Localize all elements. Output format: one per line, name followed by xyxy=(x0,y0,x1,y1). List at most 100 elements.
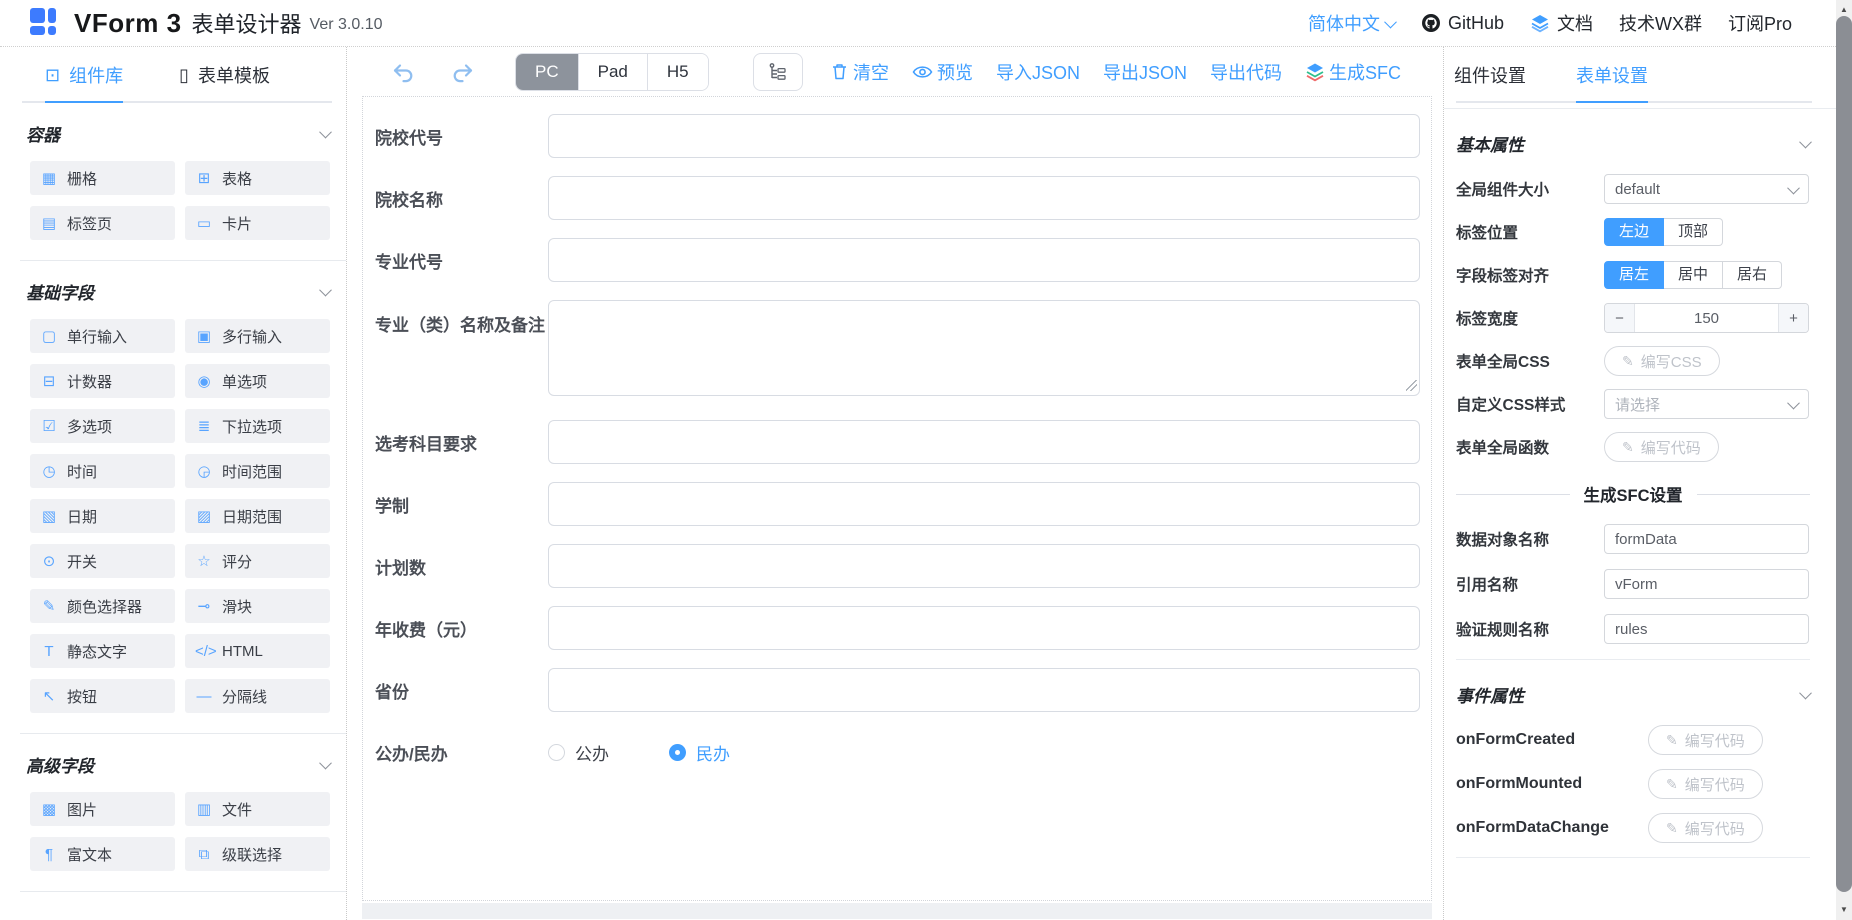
edit-css-button[interactable]: ✎ 编写CSS xyxy=(1604,346,1720,376)
vertical-scrollbar[interactable]: ▲ ▼ xyxy=(1836,0,1852,920)
widget-item[interactable]: ☆ 评分 xyxy=(185,544,330,578)
widget-item[interactable]: ▨ 日期范围 xyxy=(185,499,330,533)
widget-item[interactable]: ⊟ 计数器 xyxy=(30,364,175,398)
field-input[interactable] xyxy=(548,668,1420,712)
form-field-row[interactable]: 选考科目要求 xyxy=(373,420,1431,464)
field-textarea[interactable] xyxy=(548,300,1420,396)
edit-onformmounted-button[interactable]: ✎ 编写代码 xyxy=(1648,769,1763,799)
event-attrs-header[interactable]: 事件属性 xyxy=(1456,682,1810,707)
widget-list-scroll[interactable]: 容器 ▦ 栅格 ⊞ 表格 ▤ 标 xyxy=(0,103,346,920)
basic-attrs-header[interactable]: 基本属性 xyxy=(1456,131,1810,156)
form-field-row[interactable]: 院校代号 xyxy=(373,114,1431,158)
device-pc-button[interactable]: PC xyxy=(516,54,579,90)
edit-functions-button[interactable]: ✎ 编写代码 xyxy=(1604,432,1719,462)
scroll-down-arrow-icon[interactable]: ▼ xyxy=(1836,902,1852,916)
widget-item[interactable]: ↖ 按钮 xyxy=(30,679,175,713)
edit-onformcreated-button[interactable]: ✎ 编写代码 xyxy=(1648,725,1763,755)
edit-onformdatachange-button[interactable]: ✎ 编写代码 xyxy=(1648,813,1763,843)
redo-button[interactable] xyxy=(450,61,475,83)
label-position-left[interactable]: 左边 xyxy=(1604,218,1664,246)
form-canvas[interactable]: 院校代号 院校名称 专业代号 专业（类）名称及备注 选考科目要求 xyxy=(362,96,1432,901)
undo-button[interactable] xyxy=(391,61,416,83)
widget-item[interactable]: ⊞ 表格 xyxy=(185,161,330,195)
field-input[interactable] xyxy=(548,544,1420,588)
scrollbar-thumb[interactable] xyxy=(1836,16,1852,892)
wechat-group-link[interactable]: 技术WX群 xyxy=(1619,10,1702,36)
widget-item[interactable]: </> HTML xyxy=(185,634,330,668)
rules-name-input[interactable] xyxy=(1604,614,1809,644)
widget-item[interactable]: ≣ 下拉选项 xyxy=(185,409,330,443)
node-tree-button[interactable] xyxy=(753,53,803,91)
form-field-row[interactable]: 计划数 xyxy=(373,544,1431,588)
widget-item[interactable]: ◉ 单选项 xyxy=(185,364,330,398)
widget-item[interactable]: ¶ 富文本 xyxy=(30,837,175,871)
settings-panel: 组件设置 表单设置 基本属性 全局组件大小 default xyxy=(1444,47,1836,920)
widget-item[interactable]: ⊸ 滑块 xyxy=(185,589,330,623)
widget-item[interactable]: ▤ 标签页 xyxy=(30,206,175,240)
field-input[interactable] xyxy=(548,482,1420,526)
widget-item[interactable]: ☑ 多选项 xyxy=(30,409,175,443)
github-link[interactable]: GitHub xyxy=(1421,13,1504,34)
export-code-button[interactable]: 导出代码 xyxy=(1210,59,1282,85)
widget-item[interactable]: — 分隔线 xyxy=(185,679,330,713)
widget-item[interactable]: ▧ 日期 xyxy=(30,499,175,533)
ref-name-input[interactable] xyxy=(1604,569,1809,599)
label-align-center[interactable]: 居中 xyxy=(1664,261,1723,289)
global-size-select[interactable]: default xyxy=(1604,174,1809,204)
data-object-input[interactable] xyxy=(1604,524,1809,554)
field-input[interactable] xyxy=(548,176,1420,220)
increment-button[interactable]: + xyxy=(1778,304,1808,332)
docs-link[interactable]: 文档 xyxy=(1530,10,1593,36)
label-align-right[interactable]: 居右 xyxy=(1723,261,1782,289)
widget-item[interactable]: ⧉ 级联选择 xyxy=(185,837,330,871)
form-field-row[interactable]: 专业（类）名称及备注 xyxy=(373,300,1431,396)
form-field-row[interactable]: 省份 xyxy=(373,668,1431,712)
radio-option-public[interactable]: 公办 xyxy=(548,740,609,765)
tab-form-settings[interactable]: 表单设置 xyxy=(1576,47,1648,103)
widget-item[interactable]: ✎ 颜色选择器 xyxy=(30,589,175,623)
widget-item[interactable]: ◶ 时间范围 xyxy=(185,454,330,488)
field-input[interactable] xyxy=(548,114,1420,158)
widget-item[interactable]: ▥ 文件 xyxy=(185,792,330,826)
device-h5-button[interactable]: H5 xyxy=(648,54,708,90)
section-header-advanced-fields[interactable]: 高级字段 xyxy=(26,752,330,777)
field-input[interactable] xyxy=(548,238,1420,282)
widget-item[interactable]: ▣ 多行输入 xyxy=(185,319,330,353)
widget-item[interactable]: ⊙ 开关 xyxy=(30,544,175,578)
clear-button[interactable]: 清空 xyxy=(830,59,889,85)
label-align-left[interactable]: 居左 xyxy=(1604,261,1664,289)
widget-item[interactable]: ▩ 图片 xyxy=(30,792,175,826)
widget-item[interactable]: ◷ 时间 xyxy=(30,454,175,488)
label-position-top[interactable]: 顶部 xyxy=(1664,218,1723,246)
subscribe-pro-link[interactable]: 订阅Pro xyxy=(1728,10,1792,36)
generate-sfc-button[interactable]: 生成SFC xyxy=(1305,59,1401,85)
section-header-containers[interactable]: 容器 xyxy=(26,121,330,146)
import-json-button[interactable]: 导入JSON xyxy=(996,59,1080,85)
widget-item[interactable]: T 静态文字 xyxy=(30,634,175,668)
widget-item[interactable]: ▢ 单行输入 xyxy=(30,319,175,353)
form-field-row[interactable]: 院校名称 xyxy=(373,176,1431,220)
custom-css-select[interactable]: 请选择 xyxy=(1604,389,1809,419)
form-field-row[interactable]: 学制 xyxy=(373,482,1431,526)
edit-icon: ✎ xyxy=(1666,820,1678,837)
form-field-row[interactable]: 年收费（元） xyxy=(373,606,1431,650)
field-input[interactable] xyxy=(548,606,1420,650)
language-selector[interactable]: 简体中文 xyxy=(1308,10,1395,36)
scroll-up-arrow-icon[interactable]: ▲ xyxy=(1836,2,1852,16)
decrement-button[interactable]: − xyxy=(1605,304,1635,332)
tab-component-library[interactable]: ⊡ 组件库 xyxy=(45,47,123,103)
form-field-row[interactable]: 专业代号 xyxy=(373,238,1431,282)
field-input[interactable] xyxy=(548,420,1420,464)
widget-item[interactable]: ▭ 卡片 xyxy=(185,206,330,240)
export-json-button[interactable]: 导出JSON xyxy=(1103,59,1187,85)
device-pad-button[interactable]: Pad xyxy=(579,54,648,90)
preview-button[interactable]: 预览 xyxy=(912,59,973,85)
form-field-row[interactable]: 公办/民办 公办 民办 xyxy=(373,730,1431,774)
label-width-value[interactable]: 150 xyxy=(1635,304,1778,332)
tab-widget-settings[interactable]: 组件设置 xyxy=(1454,47,1526,103)
section-header-basic-fields[interactable]: 基础字段 xyxy=(26,279,330,304)
radio-option-private[interactable]: 民办 xyxy=(669,740,730,765)
tab-form-templates[interactable]: ▯ 表单模板 xyxy=(179,47,270,103)
horizontal-scrollbar[interactable] xyxy=(362,903,1432,919)
widget-item[interactable]: ▦ 栅格 xyxy=(30,161,175,195)
